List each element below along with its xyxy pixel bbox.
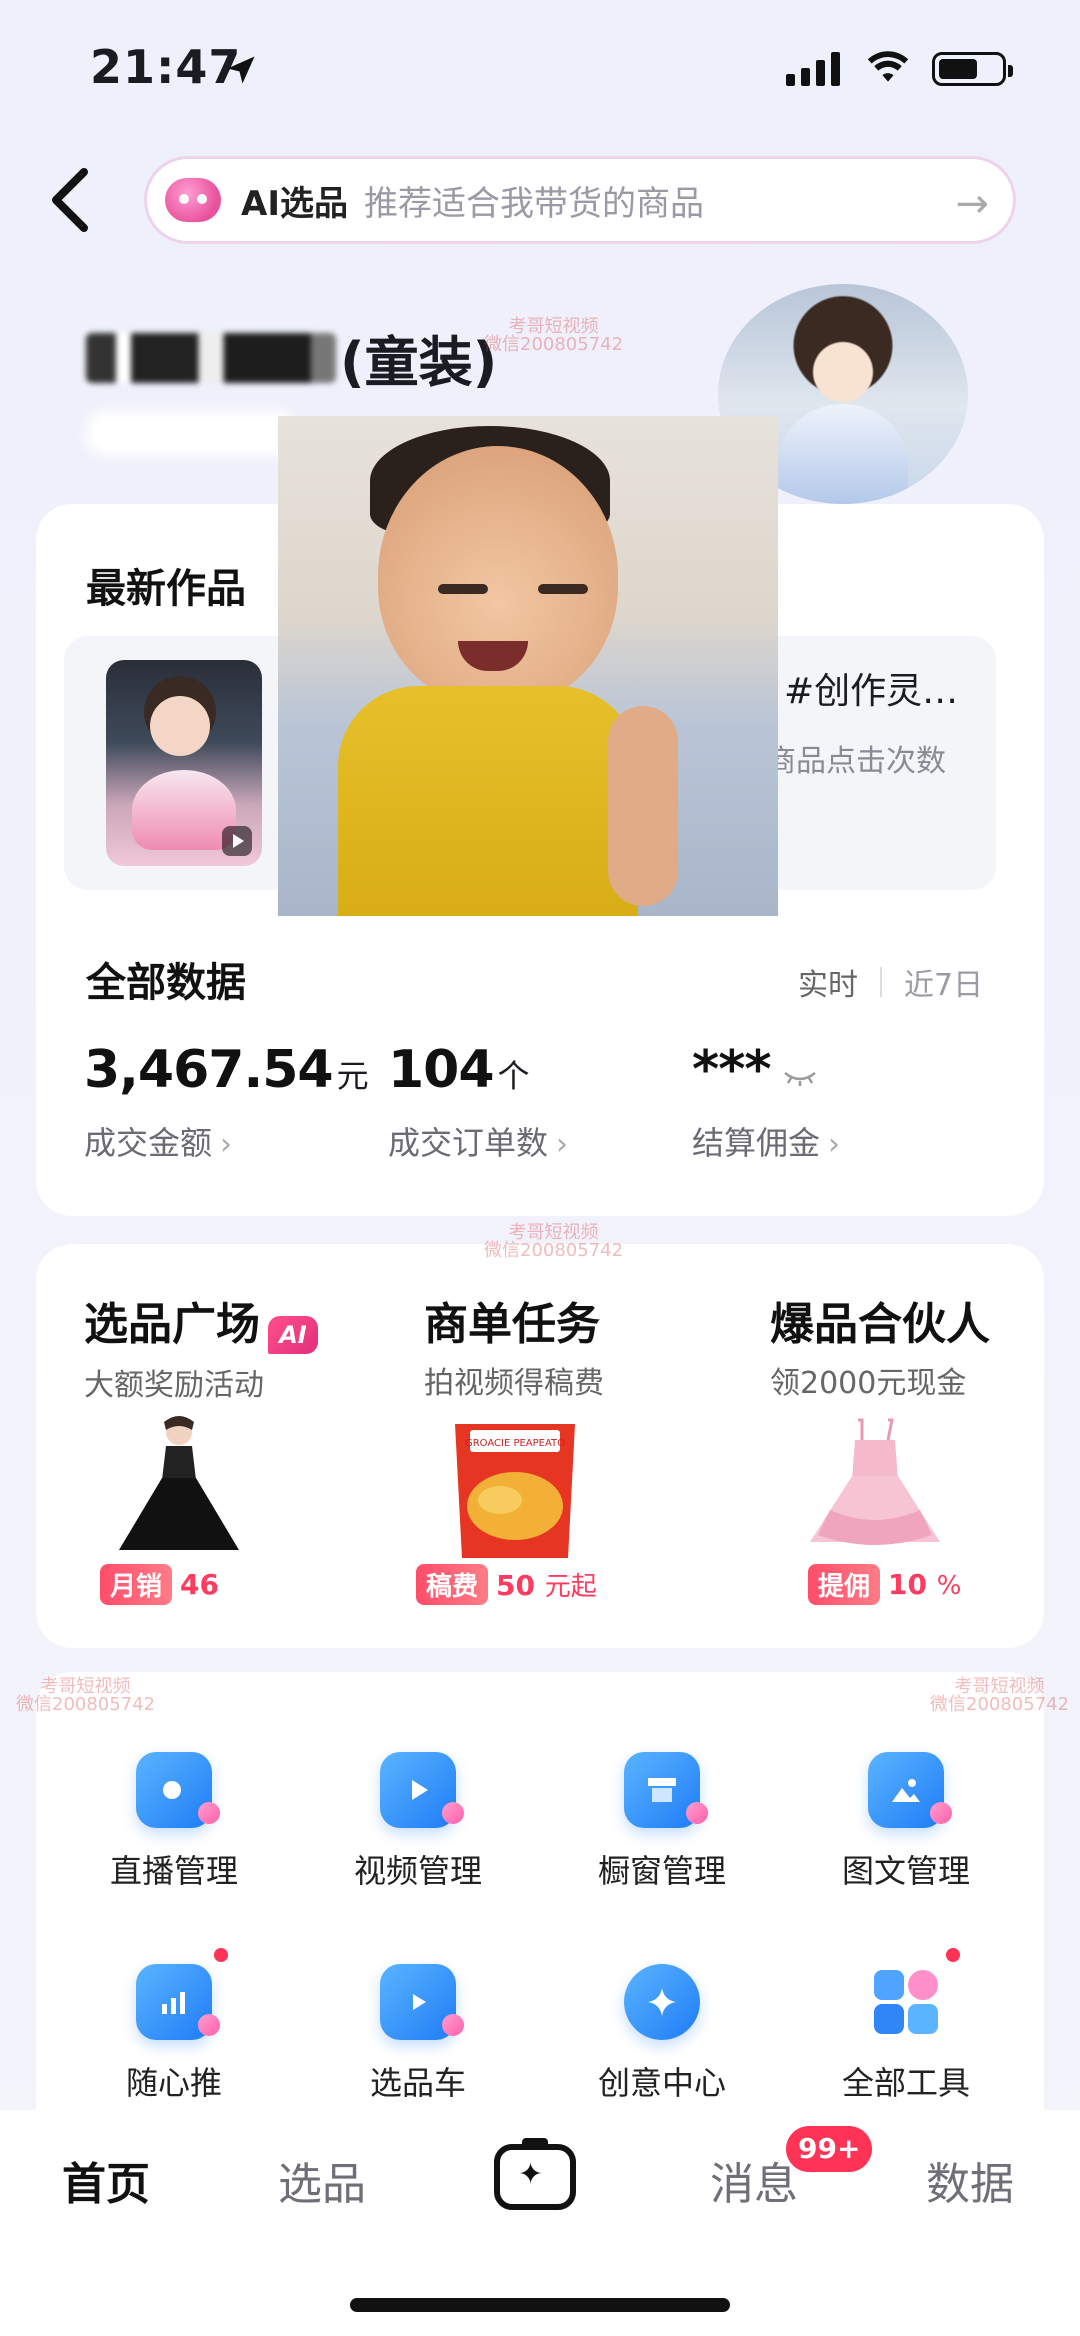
work-thumbnail[interactable] <box>106 660 262 866</box>
video-play-icon <box>380 1752 464 1828</box>
tool-image-text-management[interactable]: 图文管理 <box>806 1752 1006 1892</box>
ai-search-placeholder: 推荐适合我带货的商品 <box>363 183 704 224</box>
camera-button[interactable]: ✦ <box>494 2138 576 2210</box>
cellular-signal-icon <box>786 52 840 86</box>
tool-all-tools-badge <box>946 1948 960 1962</box>
chevron-right-icon: › <box>556 1127 569 1162</box>
svg-text:GROACIE PEAPEATO: GROACIE PEAPEATO <box>465 1438 565 1449</box>
promote-chart-icon <box>136 1964 220 2040</box>
monthly-sales-tag: 月销 46 <box>100 1563 219 1605</box>
watermark: 考哥短视频 微信200805742 <box>484 316 624 355</box>
tab-realtime[interactable]: 实时 <box>798 960 858 1004</box>
tool-promote-badge <box>214 1948 228 1962</box>
tool-creative-center[interactable]: 创意中心 <box>562 1964 762 2104</box>
tab-messages[interactable]: 消息 <box>710 2148 798 2212</box>
tool-all-tools[interactable]: 全部工具 <box>806 1964 1006 2104</box>
ai-search-label: AI选品 <box>241 183 348 224</box>
chips-bag-product-image: GROACIE PEAPEATO <box>455 1424 575 1558</box>
tab-data[interactable]: 数据 <box>926 2148 1014 2212</box>
redacted-subtitle <box>86 410 296 456</box>
promo-selection-plaza[interactable]: 选品广场 AI 大额奖励活动 <box>84 1288 318 1404</box>
chevron-right-icon: › <box>220 1127 233 1162</box>
tab-selection[interactable]: 选品 <box>278 2148 366 2212</box>
play-icon <box>222 826 252 856</box>
tab-7days[interactable]: 近7日 <box>904 960 983 1004</box>
grid-tools-icon <box>868 1964 944 2040</box>
metric-commission[interactable]: *** 结算佣金 › <box>692 1040 840 1164</box>
metric-gmv[interactable]: 3,467.54 元 成交金额 › <box>84 1040 369 1164</box>
tab-home[interactable]: 首页 <box>62 2148 150 2212</box>
eye-closed-icon[interactable] <box>782 1067 818 1087</box>
status-time: 21:47 <box>90 40 242 94</box>
live-camera-icon <box>136 1752 220 1828</box>
data-range-tabs: 实时 近7日 <box>798 960 983 1004</box>
ai-search-bar[interactable]: AI选品 推荐适合我带货的商品 → <box>144 156 1016 244</box>
latest-works-title: 最新作品 <box>86 566 246 612</box>
shopping-cart-play-icon <box>380 1964 464 2040</box>
ai-mascot-icon <box>165 178 221 222</box>
tool-showcase-management[interactable]: 橱窗管理 <box>562 1752 762 1892</box>
fee-tag: 稿费 50 元起 <box>416 1563 597 1605</box>
ai-badge: AI <box>268 1315 318 1354</box>
work-meta: 商品点击次数 <box>766 744 946 779</box>
watermark: 考哥短视频 微信200805742 <box>930 1676 1070 1715</box>
promo-hot-partner[interactable]: 爆品合伙人 领2000元现金 <box>770 1288 990 1402</box>
chevron-right-icon: › <box>828 1127 841 1162</box>
commission-tag: 提佣 10 % <box>808 1563 961 1605</box>
message-count-badge: 99+ <box>786 2126 873 2172</box>
tool-promote[interactable]: 随心推 <box>74 1964 274 2104</box>
back-button[interactable] <box>48 168 92 232</box>
pink-dress-product-image <box>810 1418 940 1545</box>
all-data-title: 全部数据 <box>86 960 246 1006</box>
promo-business-tasks[interactable]: 商单任务 拍视频得稿费 <box>424 1288 604 1402</box>
image-post-icon <box>868 1752 952 1828</box>
redacted-name <box>86 332 336 383</box>
watermark: 考哥短视频 微信200805742 <box>484 1222 624 1261</box>
battery-icon <box>932 52 1013 86</box>
tool-selection-cart[interactable]: 选品车 <box>318 1964 518 2104</box>
arrow-right-icon: → <box>955 181 989 227</box>
home-indicator <box>350 2298 730 2312</box>
shop-name: (童装) <box>86 318 497 397</box>
shop-name-suffix: (童装) <box>340 331 498 394</box>
location-arrow-icon <box>227 56 255 84</box>
storefront-icon <box>624 1752 708 1828</box>
tool-live-management[interactable]: 直播管理 <box>74 1752 274 1892</box>
creative-star-icon <box>624 1964 700 2040</box>
watermark: 考哥短视频 微信200805742 <box>16 1676 156 1715</box>
sparkle-icon: ✦ <box>518 2157 544 2192</box>
tool-video-management[interactable]: 视频管理 <box>318 1752 518 1892</box>
wifi-icon <box>867 51 909 82</box>
overlay-baby-photo <box>278 416 778 916</box>
work-hashtag: #创作灵… <box>784 671 959 712</box>
metric-orders[interactable]: 104 个 成交订单数 › <box>388 1040 568 1164</box>
black-dress-product-image <box>119 1416 239 1550</box>
